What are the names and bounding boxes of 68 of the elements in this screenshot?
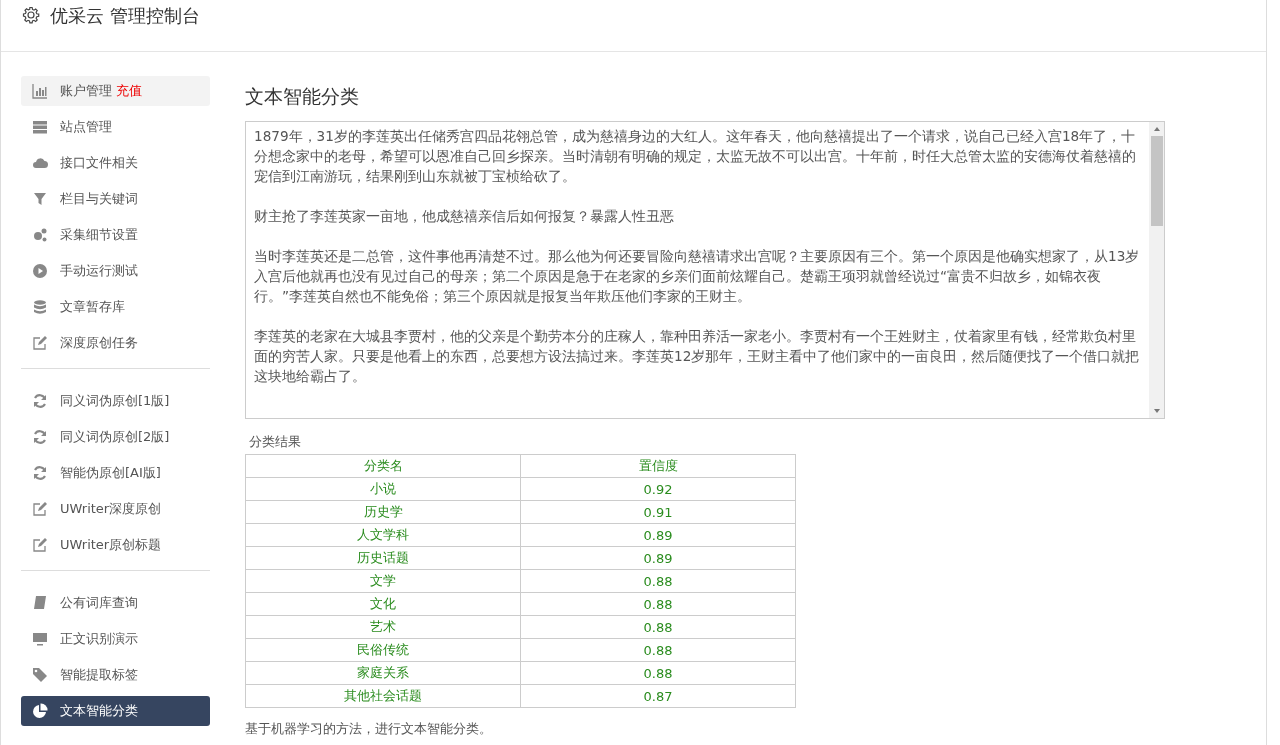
settings-icon xyxy=(22,6,40,24)
sidebar-item[interactable]: 智能提取标签 xyxy=(21,660,210,690)
table-cell: 0.92 xyxy=(520,477,796,501)
edit-icon xyxy=(32,537,48,553)
tag-icon xyxy=(32,667,48,683)
server-icon xyxy=(32,119,48,135)
table-cell: 0.88 xyxy=(520,638,796,662)
table-cell: 文化 xyxy=(245,592,521,616)
table-cell: 0.89 xyxy=(520,546,796,570)
sidebar-item[interactable]: 公有词库查询 xyxy=(21,588,210,618)
table-cell: 0.91 xyxy=(520,500,796,524)
table-cell: 0.89 xyxy=(520,523,796,547)
table-cell: 0.87 xyxy=(520,684,796,708)
table-cell: 民俗传统 xyxy=(245,638,521,662)
sidebar-item[interactable]: 手动运行测试 xyxy=(21,256,210,286)
pie-chart-icon xyxy=(32,703,48,719)
sidebar-item[interactable]: 正文识别演示 xyxy=(21,624,210,654)
page-heading: 文本智能分类 xyxy=(245,84,360,109)
monitor-icon xyxy=(32,631,48,647)
filter-icon xyxy=(32,191,48,207)
result-caption: 分类结果 xyxy=(249,433,302,451)
table-cell: 0.88 xyxy=(520,569,796,593)
sidebar-item[interactable]: 深度原创任务 xyxy=(21,328,210,358)
sidebar-item[interactable]: 站点管理 xyxy=(21,112,210,142)
edit-icon xyxy=(32,501,48,517)
sidebar-item[interactable]: 栏目与关键词 xyxy=(21,184,210,214)
edit-icon xyxy=(32,335,48,351)
sidebar-item[interactable]: 同义词伪原创[2版] xyxy=(21,422,210,452)
table-cell: 小说 xyxy=(245,477,521,501)
console-title: 优采云 管理控制台 xyxy=(50,4,200,28)
refresh-icon xyxy=(32,429,48,445)
description-text: 基于机器学习的方法，进行文本智能分类。 xyxy=(245,720,493,738)
play-icon xyxy=(32,263,48,279)
table-cell: 其他社会话题 xyxy=(245,684,521,708)
table-cell: 0.88 xyxy=(520,615,796,639)
paragraph: 财主抢了李莲英家一亩地，他成慈禧亲信后如何报复？暴露人性丑恶 xyxy=(254,207,675,226)
sidebar-item[interactable]: 采集细节设置 xyxy=(21,220,210,250)
column-header: 置信度 xyxy=(520,454,796,478)
paragraph: 当时李莲英还是二总管，这件事他再清楚不过。那么他为何还要冒险向慈禧请求出宫呢？主要原因有三个。第一个原因是他确实想家了，从13岁入宫后他就再也没有见过自己的母亲；第二个原因是急于在老家的乡亲们面前炫耀自己。楚霸王项羽就曾经说过“富贵不归故乡，如锦衣夜行。”李莲英自然也不能免俗；第三个原因就是报复当年欺压他们李家的王财主。 xyxy=(254,247,1141,306)
sidebar-item[interactable]: UWriter原创标题 xyxy=(21,530,210,560)
sidebar-item[interactable]: 智能伪原创[AI版] xyxy=(21,458,210,488)
sidebar-item[interactable]: 账户管理 充值 xyxy=(21,76,210,106)
column-header: 分类名 xyxy=(245,454,521,478)
paragraph: 李莲英的老家在大城县李贾村，他的父亲是个勤劳本分的庄稼人，靠种田养活一家老小。李贾村有一个王姓财主，仗着家里有钱，经常欺负村里面的穷苦人家。只要是他看上的东西，总要想方设法搞过来。李莲英12岁那年，王财主看中了他们家中的一亩良田，然后随便找了一个借口就把这块地给霸占了。 xyxy=(254,327,1141,386)
sidebar-item[interactable]: UWriter深度原创 xyxy=(21,494,210,524)
refresh-icon xyxy=(32,393,48,409)
sidebar-item[interactable]: 文本智能分类 xyxy=(21,696,210,726)
bar-chart-icon xyxy=(32,83,48,99)
sidebar-item[interactable]: 接口文件相关 xyxy=(21,148,210,178)
table-cell: 家庭关系 xyxy=(245,661,521,685)
table-cell: 0.88 xyxy=(520,592,796,616)
scrollbar[interactable] xyxy=(1149,122,1164,418)
sidebar-item[interactable]: 同义词伪原创[1版] xyxy=(21,386,210,416)
gears-icon xyxy=(32,227,48,243)
sidebar-item[interactable]: 文章暂存库 xyxy=(21,292,210,322)
table-cell: 文学 xyxy=(245,569,521,593)
book-icon xyxy=(32,595,48,611)
table-cell: 艺术 xyxy=(245,615,521,639)
table-cell: 0.88 xyxy=(520,661,796,685)
table-cell: 人文学科 xyxy=(245,523,521,547)
database-icon xyxy=(32,299,48,315)
recharge-link[interactable]: 充值 xyxy=(116,82,142,100)
table-cell: 历史学 xyxy=(245,500,521,524)
table-cell: 历史话题 xyxy=(245,546,521,570)
text-area[interactable] xyxy=(245,121,1165,419)
paragraph: 1879年，31岁的李莲英出任储秀宫四品花翎总管，成为慈禧身边的大红人。这年春天，他向慈禧提出了一个请求，说自己已经入宫18年了，十分想念家中的老母，希望可以恩准自己回乡探亲。当时清朝有明确的规定，太监无故不可以出宫。十年前，时任大总管太监的安德海仗着慈禧的宠信到江南游玩，结果刚到山东就被丁宝桢给砍了。 xyxy=(254,127,1137,186)
refresh-icon xyxy=(32,465,48,481)
cloud-upload-icon xyxy=(32,155,48,171)
